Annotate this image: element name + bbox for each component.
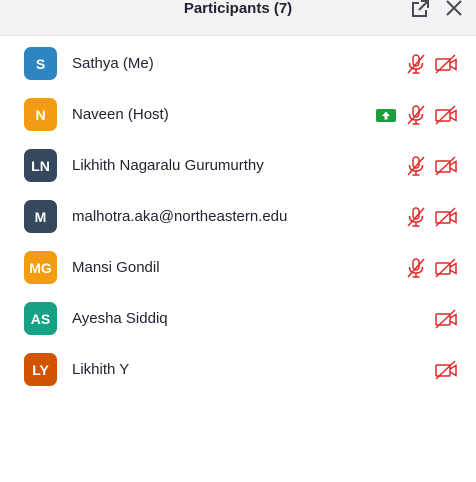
participant-name: Ayesha Siddiq: [72, 310, 168, 327]
screen-share-icon: [376, 109, 396, 122]
participant-row[interactable]: MG Mansi Gondil: [0, 243, 476, 294]
participant-name: Sathya (Me): [72, 55, 154, 72]
avatar: AS: [24, 302, 57, 335]
video-off-icon: [434, 359, 458, 381]
avatar: MG: [24, 251, 57, 284]
video-off-icon: [434, 104, 458, 126]
close-icon[interactable]: [444, 0, 464, 18]
mic-muted-icon: [405, 206, 427, 228]
participants-header: Participants (7): [0, 0, 476, 36]
mic-muted-icon: [405, 155, 427, 177]
video-off-icon: [434, 155, 458, 177]
participant-row[interactable]: Mmalhotra.aka@northeastern.edu: [0, 192, 476, 243]
mic-muted-icon: [405, 257, 427, 279]
mic-muted-icon: [405, 53, 427, 75]
panel-title: Participants (7): [183, 0, 293, 17]
participant-row[interactable]: LY Likhith Y: [0, 345, 476, 396]
participant-name: Mansi Gondil: [72, 259, 160, 276]
participant-name: Naveen (Host): [72, 106, 169, 123]
participant-list: S Sathya (Me) N Naveen (Host) LN Likhith Na…: [0, 39, 476, 396]
avatar: M: [24, 200, 57, 233]
participant-name: malhotra.aka@northeastern.edu: [72, 208, 288, 225]
participant-row[interactable]: S Sathya (Me): [0, 39, 476, 90]
avatar: N: [24, 98, 57, 131]
video-off-icon: [434, 308, 458, 330]
participant-name: Likhith Y: [72, 361, 130, 378]
participant-row[interactable]: N Naveen (Host): [0, 90, 476, 141]
mic-muted-icon: [405, 104, 427, 126]
avatar: LN: [24, 149, 57, 182]
participant-row[interactable]: LN Likhith Nagaralu Gurumurthy: [0, 141, 476, 192]
video-off-icon: [434, 53, 458, 75]
participant-name: Likhith Nagaralu Gurumurthy: [72, 157, 264, 174]
video-off-icon: [434, 206, 458, 228]
video-off-icon: [434, 257, 458, 279]
avatar: S: [24, 47, 57, 80]
participant-row[interactable]: AS Ayesha Siddiq: [0, 294, 476, 345]
avatar: LY: [24, 353, 57, 386]
popout-icon[interactable]: [410, 0, 430, 18]
